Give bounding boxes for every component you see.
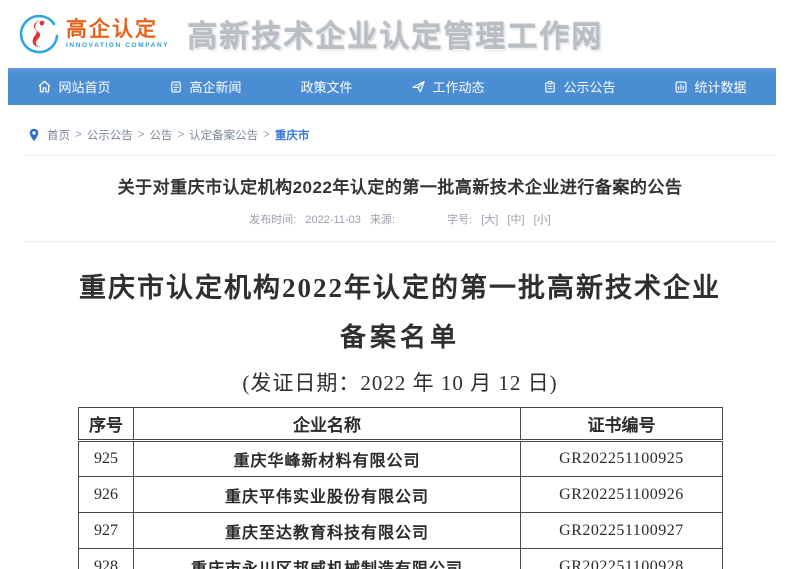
breadcrumb-filing-notices[interactable]: 认定备案公告 <box>189 127 258 143</box>
home-icon <box>37 79 52 94</box>
row-cert: GR202251100927 <box>521 513 723 549</box>
nav-item-announcements[interactable]: 公示公告 <box>533 68 625 105</box>
publish-time-value: 2022-11-03 <box>305 214 360 226</box>
clipboard-icon <box>543 80 557 94</box>
nav-item-policy[interactable]: 政策文件 <box>290 68 362 105</box>
divider-top <box>24 155 776 156</box>
nav-item-statistics[interactable]: 统计数据 <box>664 68 756 105</box>
article-title: 关于对重庆市认定机构2022年认定的第一批高新技术企业进行备案的公告 <box>0 173 800 198</box>
breadcrumb-home[interactable]: 首页 <box>47 127 70 143</box>
site-header: 高企认定 INNOVATION COMPANY 高新技术企业认定管理工作网 <box>0 0 800 68</box>
site-title: 高新技术企业认定管理工作网 <box>187 12 603 56</box>
send-icon <box>411 79 426 94</box>
location-pin-icon <box>28 128 40 142</box>
news-icon <box>169 80 183 94</box>
fontsize-large-button[interactable]: [大] <box>481 214 498 226</box>
table-row: 926 重庆平伟实业股份有限公司 GR202251100926 <box>79 477 723 513</box>
nav-item-updates[interactable]: 工作动态 <box>401 68 494 105</box>
divider-meta <box>24 241 776 242</box>
breadcrumb-chongqing: 重庆市 <box>275 127 310 143</box>
document-heading-line2: 备案名单 <box>0 317 800 354</box>
logo-subtext: INNOVATION COMPANY <box>66 43 169 50</box>
row-company: 重庆华峰新材料有限公司 <box>134 441 521 477</box>
nav-item-home[interactable]: 网站首页 <box>27 68 120 105</box>
col-header-cert: 证书编号 <box>521 408 723 441</box>
row-no: 927 <box>79 513 134 549</box>
table-row: 928 重庆市永川区邦威机械制造有限公司 GR202251100928 <box>79 549 723 569</box>
fontsize-small-button[interactable]: [小] <box>534 214 551 226</box>
fontsize-medium-button[interactable]: [中] <box>507 214 524 226</box>
table-row: 925 重庆华峰新材料有限公司 GR202251100925 <box>79 441 723 477</box>
col-header-no: 序号 <box>79 408 134 441</box>
main-nav: 网站首页 高企新闻 政策文件 工作动态 公示公告 统计数据 <box>8 68 776 105</box>
row-no: 928 <box>79 549 134 569</box>
row-company: 重庆市永川区邦威机械制造有限公司 <box>134 549 521 569</box>
article-meta: 发布时间: 2022-11-03 来源: 字号: [大] [中] [小] <box>0 211 800 227</box>
row-company: 重庆平伟实业股份有限公司 <box>134 477 521 513</box>
breadcrumb: 首页 > 公示公告 > 公告 > 认定备案公告 > 重庆市 <box>0 105 800 155</box>
source-label: 来源: <box>370 214 395 226</box>
row-cert: GR202251100926 <box>521 477 723 513</box>
document-issue-date: (发证日期：2022 年 10 月 12 日) <box>0 367 800 397</box>
breadcrumb-notice[interactable]: 公告 <box>149 127 172 143</box>
table-row: 927 重庆至达教育科技有限公司 GR202251100927 <box>79 513 723 549</box>
table-header-row: 序号 企业名称 证书编号 <box>79 408 723 441</box>
fontsize-label: 字号: <box>447 214 472 226</box>
col-header-company: 企业名称 <box>134 408 521 441</box>
breadcrumb-announcements[interactable]: 公示公告 <box>87 127 133 143</box>
row-no: 925 <box>79 441 134 477</box>
row-company: 重庆至达教育科技有限公司 <box>134 513 521 549</box>
logo-swoosh-icon <box>16 12 60 56</box>
document-heading-line1: 重庆市认定机构2022年认定的第一批高新技术企业 <box>0 266 800 305</box>
site-logo[interactable]: 高企认定 INNOVATION COMPANY <box>16 12 169 56</box>
row-cert: GR202251100925 <box>521 441 723 477</box>
publish-time-label: 发布时间: <box>249 214 296 226</box>
document-body: 重庆市认定机构2022年认定的第一批高新技术企业 备案名单 (发证日期：2022… <box>0 266 800 569</box>
row-no: 926 <box>79 477 134 513</box>
row-cert: GR202251100928 <box>521 549 723 569</box>
certificate-table: 序号 企业名称 证书编号 925 重庆华峰新材料有限公司 GR202251100… <box>78 407 723 569</box>
nav-item-news[interactable]: 高企新闻 <box>159 68 251 105</box>
logo-text: 高企认定 <box>66 19 169 40</box>
chart-icon <box>674 80 688 94</box>
